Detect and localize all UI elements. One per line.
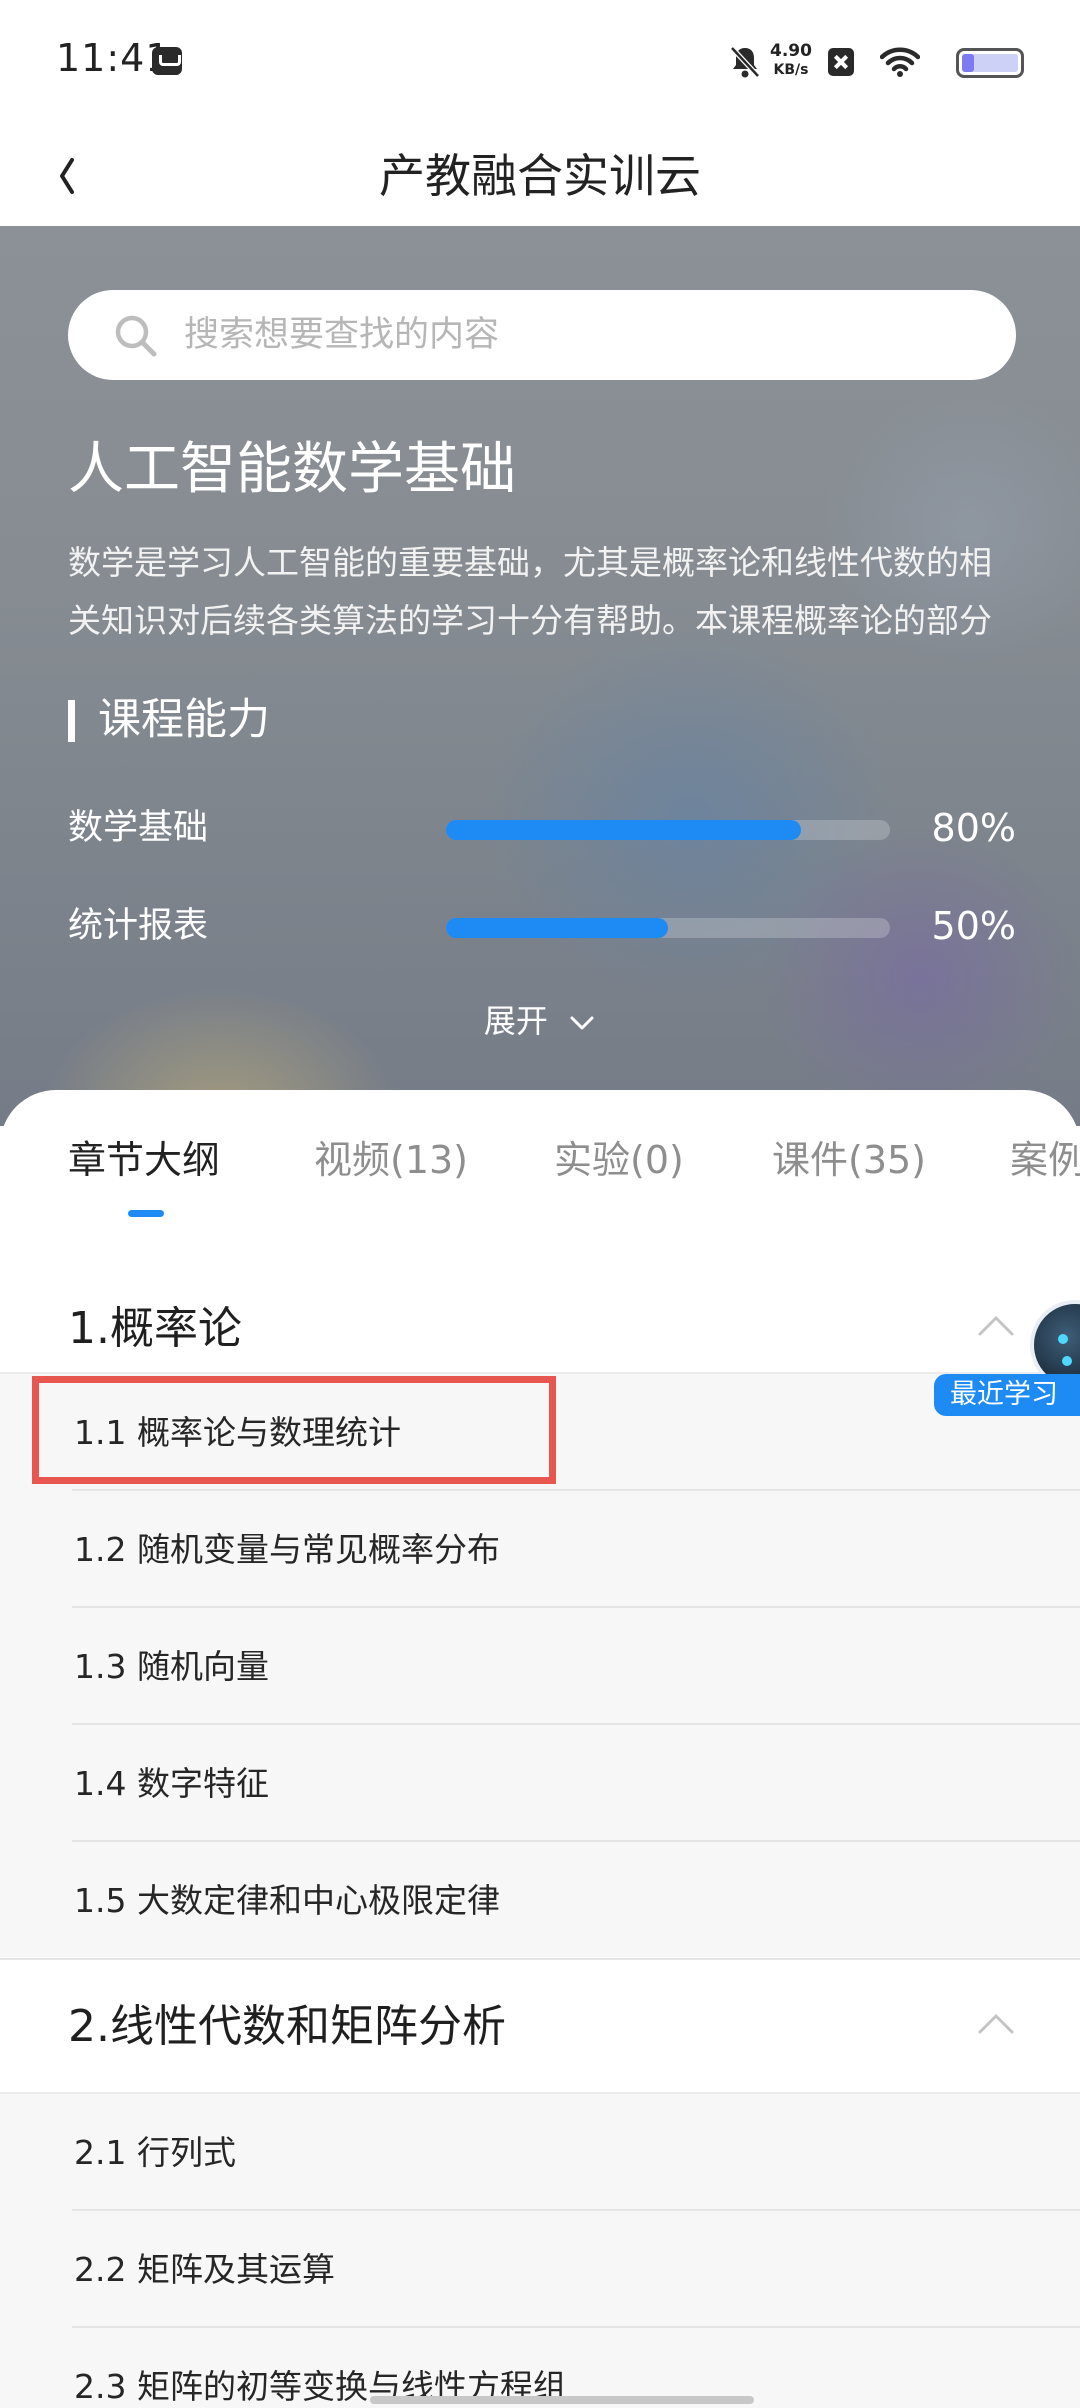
skill-percent: 80% [931,806,1016,850]
section-title: 1.4 数字特征 [74,1764,269,1803]
chapter-title: 2.线性代数和矩阵分析 [68,2001,506,2052]
skill-label: 数学基础 [68,808,209,848]
message-notification-icon [152,47,182,75]
highlight-box [32,1376,556,1484]
section-title: 2.2 矩阵及其运算 [74,2250,335,2289]
search-icon [115,315,157,357]
content-sheet: 章节大纲 视频(13) 实验(0) 课件(35) 案例 1.概率论 1.1 概率… [0,1090,1080,2408]
list-item[interactable]: 1.3 随机向量 [72,1606,1080,1723]
list-item[interactable]: 1.2 随机变量与常见概率分布 [72,1489,1080,1606]
skill-row: 数学基础 80% [68,798,1016,858]
back-arrow-icon[interactable] [44,146,104,206]
skill-row: 统计报表 50% [68,896,1016,956]
battery-icon [956,48,1024,78]
list-item[interactable]: 1.4 数字特征 [72,1723,1080,1840]
list-item[interactable]: 2.1 行列式 [0,2092,1080,2209]
chapter-header[interactable]: 2.线性代数和矩阵分析 [0,1958,1080,2092]
list-item[interactable]: 1.5 大数定律和中心极限定律 [72,1840,1080,1957]
skill-progress-fill [446,820,802,840]
active-tab-indicator [128,1210,164,1217]
tab-bar: 章节大纲 视频(13) 实验(0) 课件(35) 案例 [0,1090,1080,1240]
skill-progress-fill [446,918,668,938]
sim-blocked-icon [828,48,854,76]
list-item[interactable]: 2.2 矩阵及其运算 [72,2209,1080,2326]
tab-cases[interactable]: 案例 [1010,1130,1080,1190]
bell-off-icon [730,46,760,78]
search-input[interactable]: 搜索想要查找的内容 [68,290,1016,380]
scroll-indicator [370,2396,754,2404]
network-speed-unit: KB/s [773,62,809,78]
section-title: 1.5 大数定律和中心极限定律 [74,1881,500,1920]
network-speed-value: 4.90 [770,41,812,61]
expand-button[interactable]: 展开 [0,996,1080,1046]
wifi-icon [880,47,920,77]
status-bar: 11:41 4.90 KB/s [0,0,1080,126]
section-title: 2.1 行列式 [74,2133,236,2172]
ability-heading: 课程能力 [98,695,270,745]
network-speed: 4.90 KB/s [768,42,814,80]
section-title: 1.2 随机变量与常见概率分布 [74,1530,500,1569]
tab-experiments[interactable]: 实验(0) [554,1130,684,1190]
chevron-up-icon[interactable] [976,2010,1016,2038]
status-icons: 4.90 KB/s [644,40,1024,84]
course-title: 人工智能数学基础 [68,437,516,502]
nav-bar: 产教融合实训云 [0,126,1080,226]
ability-heading-marker [68,700,75,742]
tab-videos[interactable]: 视频(13) [314,1130,468,1190]
chevron-up-icon[interactable] [976,1312,1016,1340]
skill-label: 统计报表 [68,906,209,946]
search-placeholder: 搜索想要查找的内容 [184,315,500,355]
course-description: 数学是学习人工智能的重要基础，尤其是概率论和线性代数的相关知识对后续各类算法的学… [68,543,992,640]
section-list: 2.1 行列式 2.2 矩阵及其运算 2.3 矩阵的初等变换与线性方程组 [0,2092,1080,2408]
page-title: 产教融合实训云 [379,149,701,203]
recent-study-badge[interactable]: 最近学习 [934,1374,1080,1416]
skill-progress-track [446,820,890,840]
tab-slides[interactable]: 课件(35) [772,1130,926,1190]
tab-outline[interactable]: 章节大纲 [68,1130,220,1190]
skill-progress-track [446,918,890,938]
expand-label: 展开 [483,1002,548,1040]
chevron-down-icon [570,1016,594,1030]
skill-percent: 50% [931,904,1016,948]
course-hero: 搜索想要查找的内容 人工智能数学基础 数学是学习人工智能的重要基础，尤其是概率论… [0,226,1080,1126]
section-title: 1.3 随机向量 [74,1647,269,1686]
